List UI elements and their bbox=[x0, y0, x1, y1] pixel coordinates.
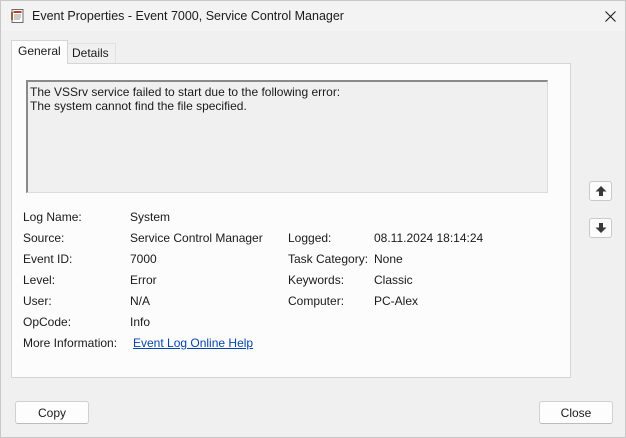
more-information-label: More Information: bbox=[23, 336, 118, 350]
description-line-1: The VSSrv service failed to start due to… bbox=[30, 85, 341, 99]
general-panel: The VSSrv service failed to start due to… bbox=[11, 63, 571, 378]
description-line-2: The system cannot find the file specifie… bbox=[30, 99, 247, 113]
user-label: User: bbox=[23, 294, 52, 308]
source-value: Service Control Manager bbox=[130, 231, 263, 245]
keywords-label: Keywords: bbox=[288, 273, 345, 287]
close-icon bbox=[604, 10, 616, 22]
event-id-value: 7000 bbox=[130, 252, 157, 266]
title-bar[interactable]: Event Properties - Event 7000, Service C… bbox=[1, 1, 625, 31]
computer-label: Computer: bbox=[288, 294, 345, 308]
opcode-value: Info bbox=[130, 315, 151, 329]
close-window-button[interactable] bbox=[595, 1, 625, 31]
log-name-label: Log Name: bbox=[23, 210, 82, 224]
logged-label: Logged: bbox=[288, 231, 332, 245]
tab-details[interactable]: Details bbox=[65, 43, 116, 63]
keywords-value: Classic bbox=[374, 273, 413, 287]
log-name-value: System bbox=[130, 210, 171, 224]
next-event-button[interactable] bbox=[589, 218, 612, 238]
level-label: Level: bbox=[23, 273, 56, 287]
task-category-label: Task Category: bbox=[288, 252, 369, 266]
level-value: Error bbox=[130, 273, 157, 287]
copy-button[interactable]: Copy bbox=[15, 401, 89, 424]
event-description[interactable]: The VSSrv service failed to start due to… bbox=[26, 80, 548, 193]
opcode-label: OpCode: bbox=[23, 315, 72, 329]
task-category-value: None bbox=[374, 252, 403, 266]
tab-general[interactable]: General bbox=[11, 40, 68, 64]
logged-value: 08.11.2024 18:14:24 bbox=[374, 231, 484, 245]
arrow-down-icon bbox=[595, 223, 606, 233]
event-properties-window: Event Properties - Event 7000, Service C… bbox=[0, 0, 626, 438]
close-button[interactable]: Close bbox=[539, 401, 613, 424]
event-id-label: Event ID: bbox=[23, 252, 73, 266]
source-label: Source: bbox=[23, 231, 65, 245]
window-title: Event Properties - Event 7000, Service C… bbox=[32, 9, 344, 23]
event-log-online-help-link[interactable]: Event Log Online Help bbox=[133, 336, 253, 350]
previous-event-button[interactable] bbox=[589, 181, 612, 201]
arrow-up-icon bbox=[595, 186, 606, 196]
computer-value: PC-Alex bbox=[374, 294, 419, 308]
user-value: N/A bbox=[130, 294, 151, 308]
event-properties-icon bbox=[11, 9, 24, 23]
